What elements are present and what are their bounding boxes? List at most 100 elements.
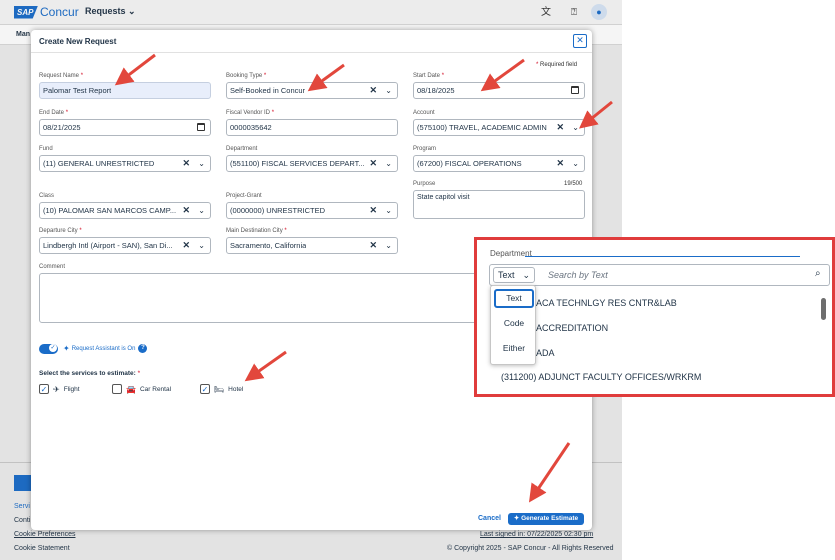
search-input[interactable]: Search by Text <box>540 267 780 283</box>
request-assistant-status: ✦ Request Assistant is On? <box>63 344 148 353</box>
calendar-icon[interactable] <box>571 86 579 94</box>
purpose-char-count: 19/500 <box>564 181 583 187</box>
chevron-down-icon[interactable]: ⌄ <box>385 203 392 218</box>
clear-icon[interactable]: ✕ <box>369 203 377 218</box>
chevron-down-icon[interactable]: ⌄ <box>198 203 205 218</box>
hotel-label: Hotel <box>228 385 244 393</box>
project-grant-select[interactable]: (0000000) UNRESTRICTED ✕ ⌄ <box>226 202 398 219</box>
chevron-down-icon[interactable]: ⌄ <box>198 238 205 253</box>
request-name-input[interactable]: Palomar Test Report <box>39 82 211 99</box>
departure-city-label: Departure City <box>39 228 78 234</box>
close-icon[interactable]: ✕ <box>573 34 587 48</box>
fiscal-vendor-field: Fiscal Vendor ID * 0000035642 <box>226 110 398 136</box>
dropdown-item[interactable]: (311200) ADJUNCT FACULTY OFFICES/WRKRM <box>501 372 701 382</box>
chevron-down-icon: ⌄ <box>522 270 530 280</box>
purpose-textarea[interactable]: State capitol visit <box>413 190 585 219</box>
mode-option-text[interactable]: Text <box>494 289 534 308</box>
request-name-field: Request Name * Palomar Test Report <box>39 73 211 99</box>
destination-city-select[interactable]: Sacramento, California ✕ ⌄ <box>226 237 398 254</box>
project-grant-label: Project-Grant <box>226 193 262 199</box>
department-label: Department <box>226 146 258 152</box>
dropdown-scrollbar[interactable] <box>821 298 826 320</box>
calendar-icon[interactable] <box>197 123 205 131</box>
booking-type-label: Booking Type <box>226 73 263 79</box>
program-field: Program (67200) FISCAL OPERATIONS ✕ ⌄ <box>413 146 585 172</box>
required-note-text: Required field <box>540 62 578 68</box>
search-mode-menu: Text Code Either <box>490 285 536 365</box>
clear-icon[interactable]: ✕ <box>182 238 190 253</box>
clear-icon[interactable]: ✕ <box>369 238 377 253</box>
clear-icon[interactable]: ✕ <box>369 156 377 171</box>
start-date-input[interactable]: 08/18/2025 <box>413 82 585 99</box>
departure-city-value: Lindbergh Intl (Airport - SAN), San Di..… <box>43 241 173 250</box>
generate-estimate-label: Generate Estimate <box>521 515 579 522</box>
purpose-field: Purpose <box>413 181 585 190</box>
dropdown-item[interactable]: ADA <box>536 348 555 358</box>
clear-icon[interactable]: ✕ <box>182 156 190 171</box>
mode-option-either[interactable]: Either <box>494 339 534 358</box>
project-grant-field: Project-Grant (0000000) UNRESTRICTED ✕ ⌄ <box>226 193 398 219</box>
car-rental-checkbox[interactable] <box>112 384 122 394</box>
modal-title: Create New Request <box>39 37 117 46</box>
modal-divider <box>31 52 592 53</box>
department-select[interactable]: (551100) FISCAL SERVICES DEPART... ✕ ⌄ <box>226 155 398 172</box>
departure-city-select[interactable]: Lindbergh Intl (Airport - SAN), San Di..… <box>39 237 211 254</box>
department-search-bar: Text ⌄ Search by Text ⌕ <box>489 264 830 286</box>
mode-option-code[interactable]: Code <box>494 314 534 333</box>
request-name-label: Request Name <box>39 73 80 79</box>
service-car-rental[interactable]: 🚘 Car Rental <box>112 384 171 394</box>
fund-select[interactable]: (11) GENERAL UNRESTRICTED ✕ ⌄ <box>39 155 211 172</box>
fiscal-vendor-input[interactable]: 0000035642 <box>226 119 398 136</box>
dropdown-item[interactable]: ACCREDITATION <box>536 323 608 333</box>
booking-type-field: Booking Type * Self-Booked in Concur ✕ ⌄ <box>226 73 398 99</box>
start-date-label: Start Date <box>413 73 441 79</box>
account-select[interactable]: (575100) TRAVEL, ACADEMIC ADMIN ✕ ⌄ <box>413 119 585 136</box>
destination-city-field: Main Destination City * Sacramento, Cali… <box>226 228 398 254</box>
bed-icon: 🛏 <box>214 384 225 394</box>
program-select[interactable]: (67200) FISCAL OPERATIONS ✕ ⌄ <box>413 155 585 172</box>
destination-city-value: Sacramento, California <box>230 241 307 250</box>
cancel-button[interactable]: Cancel <box>478 515 501 522</box>
service-hotel[interactable]: ✓ 🛏 Hotel <box>200 384 243 394</box>
clear-icon[interactable]: ✕ <box>556 120 564 135</box>
fiscal-vendor-label: Fiscal Vendor ID <box>226 110 271 116</box>
booking-type-select[interactable]: Self-Booked in Concur ✕ ⌄ <box>226 82 398 99</box>
chevron-down-icon[interactable]: ⌄ <box>198 156 205 171</box>
class-label: Class <box>39 193 55 199</box>
request-assistant-toggle[interactable] <box>39 344 58 354</box>
account-value: (575100) TRAVEL, ACADEMIC ADMIN <box>417 123 547 132</box>
search-icon[interactable]: ⌕ <box>815 268 821 279</box>
chevron-down-icon[interactable]: ⌄ <box>572 156 579 171</box>
department-field: Department (551100) FISCAL SERVICES DEPA… <box>226 146 398 172</box>
generate-estimate-button[interactable]: ✦ Generate Estimate <box>508 513 584 525</box>
clear-icon[interactable]: ✕ <box>182 203 190 218</box>
help-icon[interactable]: ? <box>138 344 148 353</box>
fund-value: (11) GENERAL UNRESTRICTED <box>43 159 155 168</box>
department-dropdown-callout: Department Text ⌄ Search by Text ⌕ ACA TE… <box>474 237 835 397</box>
required-note: * Required field <box>536 62 578 68</box>
class-field: Class (10) PALOMAR SAN MARCOS CAMP... ✕ ⌄ <box>39 193 211 219</box>
class-select[interactable]: (10) PALOMAR SAN MARCOS CAMP... ✕ ⌄ <box>39 202 211 219</box>
chevron-down-icon[interactable]: ⌄ <box>572 120 579 135</box>
flight-checkbox[interactable]: ✓ <box>39 384 49 394</box>
program-label: Program <box>413 146 437 152</box>
end-date-input[interactable]: 08/21/2025 <box>39 119 211 136</box>
chevron-down-icon[interactable]: ⌄ <box>385 156 392 171</box>
search-mode-select[interactable]: Text ⌄ <box>493 267 535 283</box>
car-rental-label: Car Rental <box>139 385 172 393</box>
plane-icon: ✈ <box>53 384 60 394</box>
end-date-label: End Date <box>39 110 65 116</box>
dropdown-item[interactable]: ACA TECHNLGY RES CNTR&LAB <box>536 298 677 308</box>
booking-type-value: Self-Booked in Concur <box>230 86 306 95</box>
end-date-field: End Date * 08/21/2025 <box>39 110 211 136</box>
hotel-checkbox[interactable]: ✓ <box>200 384 210 394</box>
clear-icon[interactable]: ✕ <box>556 156 564 171</box>
request-assistant-label: Request Assistant is On <box>71 345 136 352</box>
chevron-down-icon[interactable]: ⌄ <box>385 83 392 98</box>
purpose-value: State capitol visit <box>417 194 470 201</box>
chevron-down-icon[interactable]: ⌄ <box>385 238 392 253</box>
sparkle-icon: ✦ <box>63 344 70 353</box>
account-label: Account <box>413 110 435 116</box>
clear-icon[interactable]: ✕ <box>369 83 377 98</box>
service-flight[interactable]: ✓ ✈ Flight <box>39 384 80 394</box>
